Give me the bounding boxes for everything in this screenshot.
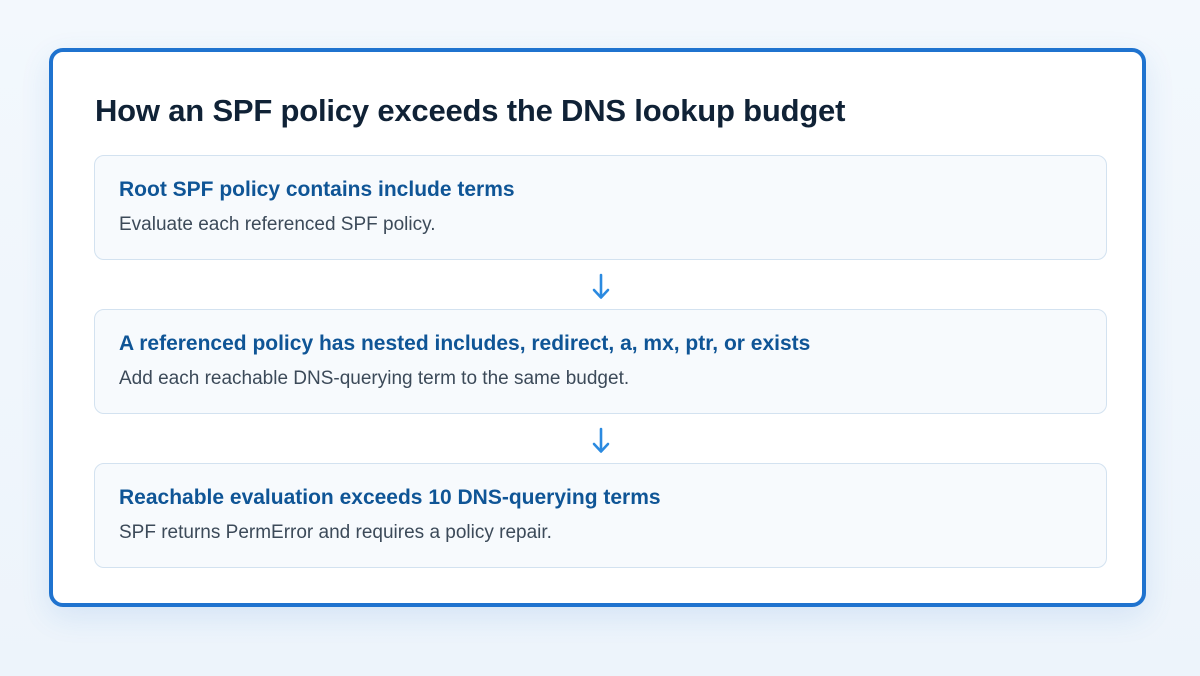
arrow-down-icon [592, 273, 610, 299]
step-title: Reachable evaluation exceeds 10 DNS-quer… [119, 486, 661, 509]
flow-step-root-policy: Root SPF policy contains include terms E… [94, 155, 1107, 260]
flow-step-nested-lookups: A referenced policy has nested includes,… [94, 309, 1107, 414]
step-title: A referenced policy has nested includes,… [119, 332, 811, 355]
diagram-title: How an SPF policy exceeds the DNS lookup… [95, 93, 846, 128]
flow-step-permerror: Reachable evaluation exceeds 10 DNS-quer… [94, 463, 1107, 568]
step-description: Add each reachable DNS-querying term to … [119, 368, 630, 389]
diagram-card: How an SPF policy exceeds the DNS lookup… [49, 48, 1146, 607]
step-description: SPF returns PermError and requires a pol… [119, 522, 552, 543]
arrow-down-icon [592, 427, 610, 453]
step-description: Evaluate each referenced SPF policy. [119, 214, 436, 235]
step-title: Root SPF policy contains include terms [119, 178, 515, 201]
